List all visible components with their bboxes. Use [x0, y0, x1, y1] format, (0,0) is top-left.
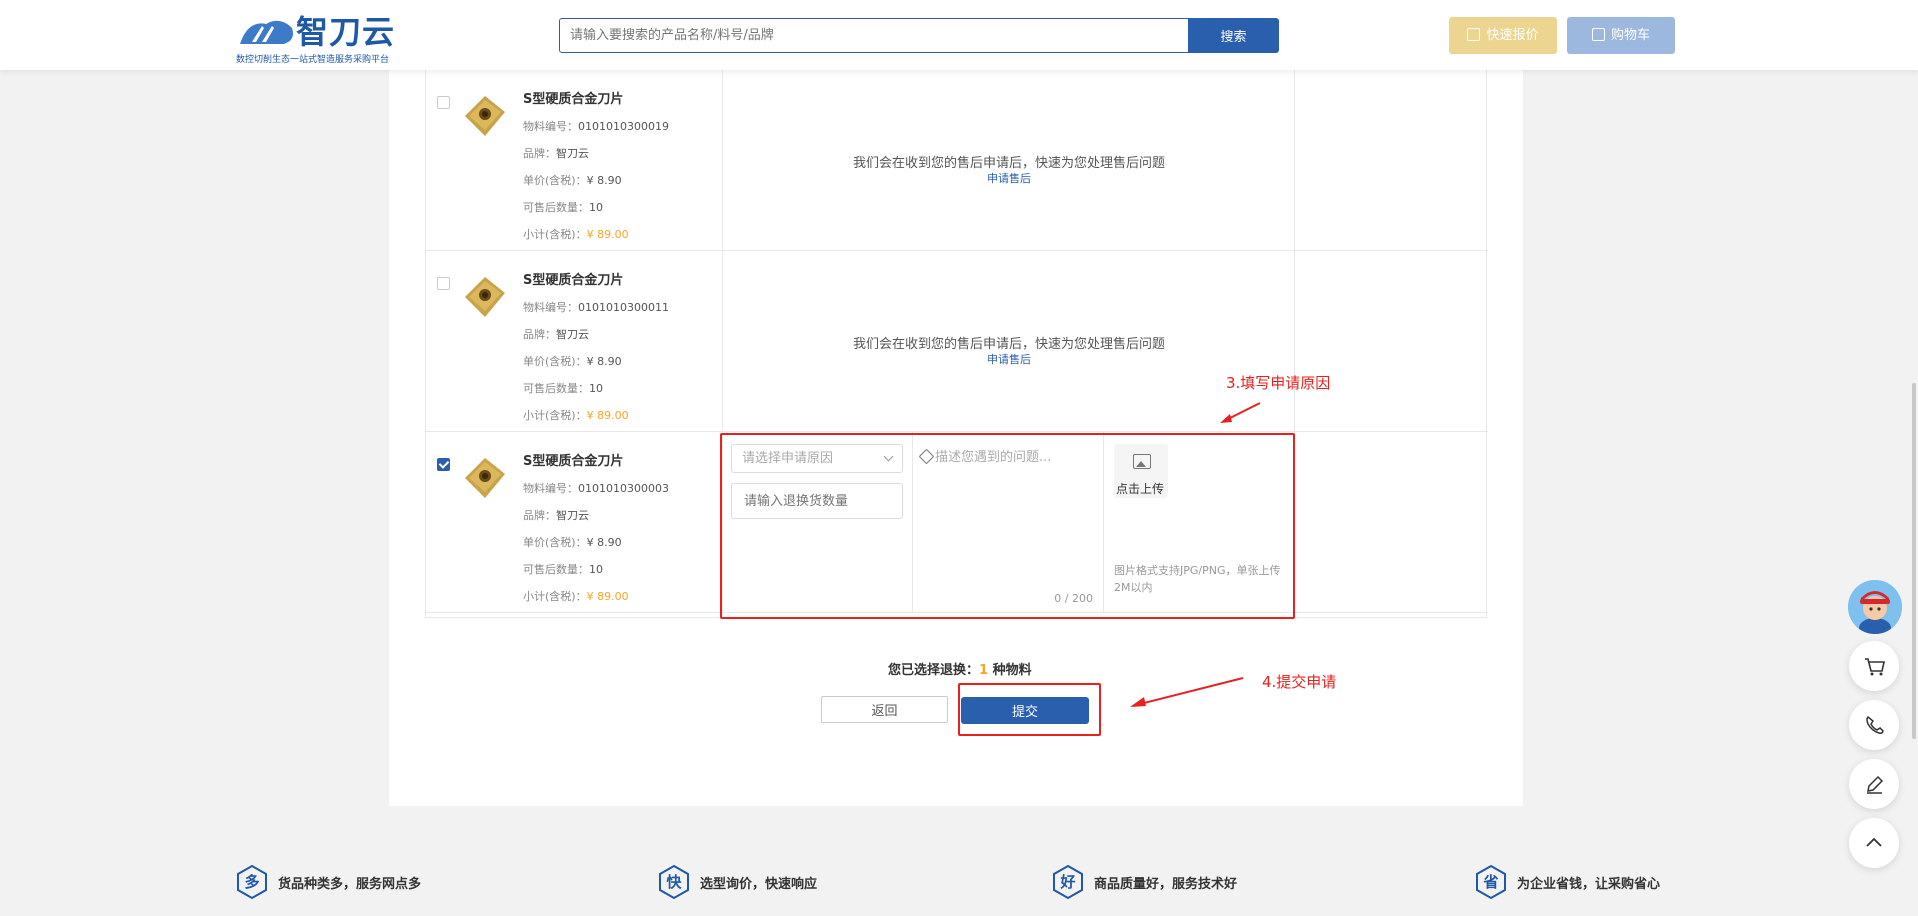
carbide-insert-thumbnail — [465, 96, 505, 136]
aftersale-info-cell: 我们会在收到您的售后申请后，快速为您处理售后问题 申请售后 — [723, 70, 1295, 250]
feature-text: 选型询价，快速响应 — [700, 877, 818, 892]
cart-button[interactable]: 购物车 — [1567, 17, 1675, 54]
table-row: S型硬质合金刀片 物料编号：0101010300019 品牌：智刀云 单价(含税… — [426, 70, 1488, 251]
hexagon-badge-icon: 多 — [236, 864, 268, 900]
annotation-box-submit — [958, 683, 1101, 736]
selection-summary: 您已选择退换：1 种物料 — [888, 663, 1032, 678]
product-brand: 品牌：智刀云 — [523, 509, 589, 522]
hexagon-badge-icon: 省 — [1475, 864, 1507, 900]
table-row: S型硬质合金刀片 物料编号：0101010300011 品牌：智刀云 单价(含税… — [426, 251, 1488, 432]
annotation-arrow-icon — [1130, 677, 1244, 707]
customer-service-avatar[interactable] — [1848, 580, 1902, 634]
search-input[interactable] — [559, 18, 1189, 53]
product-cell: S型硬质合金刀片 物料编号：0101010300019 品牌：智刀云 单价(含税… — [426, 70, 723, 250]
phone-icon — [1866, 715, 1884, 734]
row-checkbox[interactable] — [437, 277, 450, 290]
product-subtotal: 小计(含税)：¥ 89.00 — [523, 590, 629, 603]
chevron-up-icon — [1866, 837, 1882, 847]
back-button[interactable]: 返回 — [821, 696, 948, 723]
product-cell: S型硬质合金刀片 物料编号：0101010300011 品牌：智刀云 单价(含税… — [426, 251, 723, 431]
aftersale-message: 我们会在收到您的售后申请后，快速为您处理售后问题 — [852, 337, 1165, 352]
pencil-icon — [1867, 775, 1884, 794]
product-subtotal: 小计(含税)：¥ 89.00 — [523, 228, 629, 241]
cart-icon — [1591, 28, 1605, 41]
quote-icon — [1467, 28, 1481, 41]
aftersale-info-cell: 我们会在收到您的售后申请后，快速为您处理售后问题 申请售后 — [723, 251, 1295, 431]
page-scrollbar[interactable] — [1912, 383, 1916, 739]
product-cell: S型硬质合金刀片 物料编号：0101010300003 品牌：智刀云 单价(含税… — [426, 432, 723, 612]
apply-aftersale-link[interactable]: 申请售后 — [723, 170, 1295, 186]
cart-icon — [1865, 658, 1885, 676]
avatar-icon — [1848, 580, 1902, 634]
carbide-insert-thumbnail — [465, 277, 505, 317]
product-code: 物料编号：0101010300003 — [523, 482, 669, 495]
float-edit-button[interactable] — [1849, 759, 1899, 809]
row-checkbox-checked[interactable] — [437, 458, 450, 471]
product-qty: 可售后数量：10 — [523, 563, 603, 576]
hexagon-badge-icon: 快 — [658, 864, 690, 900]
hexagon-badge-icon: 好 — [1052, 864, 1084, 900]
site-logo[interactable]: 智刀云 数控切削生态一站式智造服务采购平台 — [236, 13, 396, 65]
annotation-step3: 3.填写申请原因 — [1226, 374, 1331, 392]
product-price: 单价(含税)：¥ 8.90 — [523, 174, 622, 187]
product-qty: 可售后数量：10 — [523, 201, 603, 214]
feature-strip: 多 货品种类多，服务网点多 快 选型询价，快速响应 好 商品质量好，服务技术好 … — [0, 806, 1918, 916]
product-price: 单价(含税)：¥ 8.90 — [523, 536, 622, 549]
annotation-step4: 4.提交申请 — [1262, 673, 1337, 691]
carbide-insert-thumbnail — [465, 458, 505, 498]
feature-text: 商品质量好，服务技术好 — [1094, 877, 1238, 892]
row-checkbox[interactable] — [437, 96, 450, 109]
back-to-top-button[interactable] — [1849, 818, 1899, 868]
product-brand: 品牌：智刀云 — [523, 147, 589, 160]
quick-quote-button[interactable]: 快速报价 — [1449, 17, 1557, 54]
product-subtotal: 小计(含税)：¥ 89.00 — [523, 409, 629, 422]
apply-aftersale-link[interactable]: 申请售后 — [723, 351, 1295, 367]
product-code: 物料编号：0101010300019 — [523, 120, 669, 133]
feature-text: 货品种类多，服务网点多 — [278, 877, 422, 892]
logo-subtitle: 数控切削生态一站式智造服务采购平台 — [236, 55, 390, 65]
search-button[interactable]: 搜索 — [1188, 18, 1279, 53]
product-name: S型硬质合金刀片 — [523, 92, 624, 107]
feature-text: 为企业省钱，让采购省心 — [1517, 877, 1661, 892]
logo-mark-icon — [240, 20, 293, 44]
float-phone-button[interactable] — [1849, 700, 1899, 750]
aftersale-message: 我们会在收到您的售后申请后，快速为您处理售后问题 — [852, 156, 1165, 171]
logo-text: 智刀云 — [296, 13, 396, 51]
product-qty: 可售后数量：10 — [523, 382, 603, 395]
annotation-box-form — [720, 433, 1295, 619]
product-brand: 品牌：智刀云 — [523, 328, 589, 341]
product-name: S型硬质合金刀片 — [523, 454, 624, 469]
product-code: 物料编号：0101010300011 — [523, 301, 669, 314]
product-price: 单价(含税)：¥ 8.90 — [523, 355, 622, 368]
site-header: 智刀云 数控切削生态一站式智造服务采购平台 搜索 快速报价 购物车 — [0, 0, 1918, 70]
annotation-arrow-icon — [1220, 402, 1261, 423]
product-name: S型硬质合金刀片 — [523, 273, 624, 288]
float-cart-button[interactable] — [1849, 641, 1899, 691]
